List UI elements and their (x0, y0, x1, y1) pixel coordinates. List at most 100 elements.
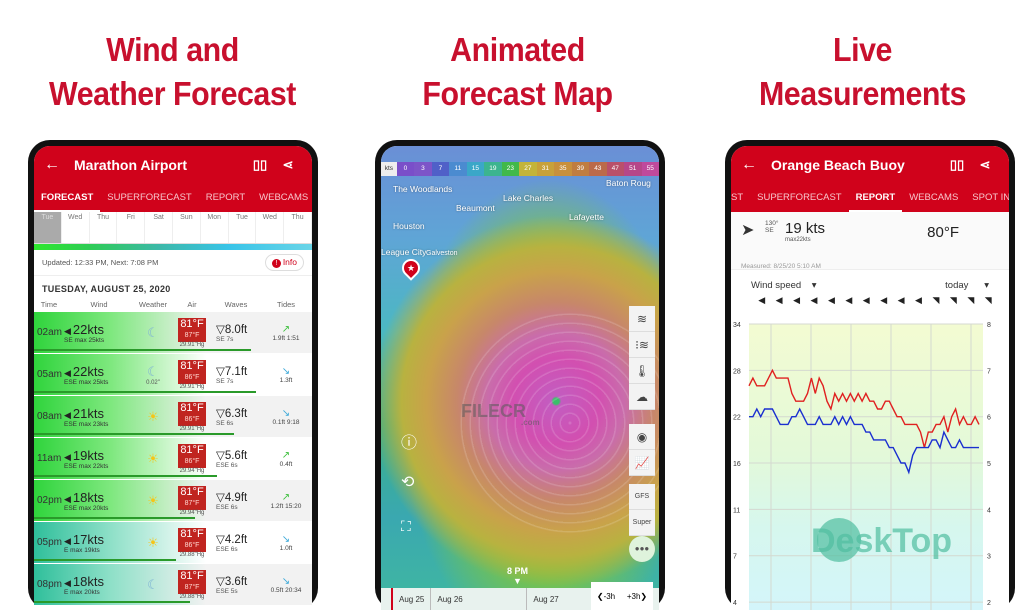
row-tide: ↗ 0.4ft (260, 450, 312, 468)
row-air: 81°F 87°F 29.91"Hg (178, 317, 206, 348)
tab-report[interactable]: REPORT (199, 184, 252, 212)
chart-icon[interactable]: 📈 (629, 450, 655, 476)
fullscreen-icon[interactable]: ⛶ (401, 518, 411, 535)
col-air: Air (187, 300, 197, 309)
day-tab[interactable]: Wed (256, 212, 285, 243)
timeline-day[interactable]: Aug 25 (391, 588, 430, 610)
wind-arrow-icon: ◀ (64, 493, 71, 504)
row-air: 81°F 86°F 29.91"Hg (178, 359, 206, 390)
wind-legend: kts 0 3 7 11 15 19 23 27 31 35 39 43 47 51 55 (381, 162, 659, 176)
model-super-icon[interactable]: Super (629, 510, 655, 536)
range-dropdown[interactable]: today ▾ (945, 280, 989, 291)
row-time: 08pm (37, 579, 63, 590)
time-stepper: ❮-3h +3h❯ (591, 582, 653, 610)
day-tab[interactable]: Thu (284, 212, 312, 243)
forecast-row[interactable]: 11am ◀ 19kts ESE max 22kts ☀ 81°F 86°F 29.94"Hg… (34, 438, 312, 480)
wind-layer-icon[interactable]: ≋ (629, 306, 655, 332)
forecast-row[interactable]: 05am ◀ 22kts ESE max 25kts ☾ 0.02" 81°F 86°F 29.… (34, 354, 312, 396)
row-tide: ↘ 0.1ft 9:18 (260, 408, 312, 426)
tab-webcams[interactable]: WEBCAMS (902, 184, 965, 212)
day-tab[interactable]: Tue (229, 212, 257, 243)
wind-direction-icon: ◀ (880, 295, 888, 305)
timeline-day[interactable]: Aug 26 (430, 588, 526, 610)
forecast-row[interactable]: 05pm ◀ 17kts E max 19kts ☀ 81°F 86°F 29.88"Hg ▽4… (34, 522, 312, 564)
day-tab[interactable]: Sat (145, 212, 173, 243)
tab-forecast[interactable]: FORECAST (34, 184, 101, 212)
share-icon[interactable]: ⋖ (971, 157, 999, 173)
day-tab[interactable]: Mon (201, 212, 229, 243)
share-icon[interactable]: ⋖ (274, 157, 302, 173)
forecast-row[interactable]: 02am ◀ 22kts SE max 25kts ☾ 81°F 87°F 29.91"Hg ▽… (34, 312, 312, 354)
info-label: Info (282, 257, 297, 267)
day-tab[interactable]: Sun (173, 212, 201, 243)
day-tab[interactable]: Wed (62, 212, 90, 243)
wind-direction-icon: ◥ (967, 295, 975, 305)
row-air: 81°F 86°F 29.88"Hg (178, 527, 206, 558)
info-icon[interactable]: ⓘ (401, 429, 417, 453)
forecast-row[interactable]: 02pm ◀ 18kts ESE max 20kts ☀ 81°F 87°F 29.94"Hg… (34, 480, 312, 522)
row-wind: ◀ 22kts SE max 25kts (64, 321, 105, 344)
step-back-button[interactable]: ❮-3h (597, 592, 615, 601)
wind-direction-icon: ◀ (845, 295, 853, 305)
wind-arrow-icon: ◀ (64, 325, 71, 336)
thermometer-icon[interactable]: 🌡 (629, 358, 655, 384)
rain-cloud-icon[interactable]: ☁ (629, 384, 655, 410)
wind-direction-icon: ◥ (949, 295, 957, 305)
headline: Animated Forecast Map (359, 28, 676, 116)
row-time: 05pm (37, 537, 63, 548)
rotate-lock-icon[interactable]: ⟲ (401, 472, 414, 492)
legend-swatch: 11 (449, 162, 467, 176)
step-forward-button[interactable]: +3h❯ (627, 592, 647, 601)
model-gfs-icon[interactable]: GFS (629, 484, 655, 510)
back-arrow-icon[interactable]: ← (44, 156, 74, 174)
legend-swatch: 55 (641, 162, 659, 176)
layer-toolbar: ≋ ⁝≋ 🌡 ☁ (629, 306, 655, 410)
metric-dropdown[interactable]: Wind speed ▾ (751, 280, 817, 291)
tab-superforecast[interactable]: SUPERFORECAST (100, 184, 198, 212)
tab-webcams[interactable]: WEBCAMS (252, 184, 312, 212)
favorite-marker-icon[interactable]: ◉ (629, 424, 655, 450)
wind-chart: 4 27 311 416 522 628 734 8DeskTop (733, 322, 991, 610)
day-tab[interactable]: Tue (34, 212, 62, 243)
weather-icon: ☀ (147, 492, 159, 508)
wind-strength-bar (34, 517, 196, 519)
wind-arrow-icon: ◀ (64, 577, 71, 588)
map-icon[interactable]: ▯▯ (943, 157, 971, 173)
spot-toolbar: ◉ 📈 (629, 424, 655, 476)
tide-icon: ↗ (281, 491, 291, 503)
tab-superforecast[interactable]: SUPERFORECAST (750, 184, 848, 212)
forecast-row[interactable]: 08am ◀ 21kts ESE max 23kts ☀ 81°F 86°F 29.91"Hg… (34, 396, 312, 438)
wind-direction-icon: ◀ (862, 295, 870, 305)
forecast-date: TUESDAY, AUGUST 25, 2020 (42, 284, 171, 294)
y-tick-right: 8 (987, 322, 991, 329)
row-tide: ↗ 1.2ft 15:20 (260, 492, 312, 510)
legend-swatch: 27 (519, 162, 537, 176)
watermark-logo-icon (817, 518, 861, 562)
wind-strength-bar (34, 433, 235, 435)
tab-spot-info[interactable]: SPOT INFO (965, 184, 1009, 212)
tab-report[interactable]: REPORT (848, 184, 903, 212)
more-options-button[interactable]: ●●● (629, 536, 655, 562)
day-tab[interactable]: Fri (117, 212, 146, 243)
map-icon[interactable]: ▯▯ (246, 157, 274, 173)
day-tab[interactable]: Thu (90, 212, 118, 243)
back-arrow-icon[interactable]: ← (741, 156, 771, 174)
forecast-table: 02am ◀ 22kts SE max 25kts ☾ 81°F 87°F 29.91"Hg ▽… (34, 312, 312, 606)
legend-swatch: 39 (571, 162, 590, 176)
row-waves: ▽8.0ft SE 7s (216, 324, 248, 343)
y-tick-left: 34 (733, 322, 741, 329)
wind-strength-bar (34, 391, 257, 393)
y-tick-right: 4 (987, 507, 991, 514)
tide-icon: ↗ (281, 323, 291, 335)
col-waves: Waves (224, 300, 248, 309)
gust-layer-icon[interactable]: ⁝≋ (629, 332, 655, 358)
timeline-day[interactable]: Aug 27 (526, 588, 564, 610)
model-toolbar: GFS Super (629, 484, 655, 536)
tab-forecast[interactable]: ST (731, 184, 750, 212)
headline-line2: Weather Forecast (49, 75, 296, 112)
current-time-label: 8 PM ▼ (507, 566, 529, 586)
column-headers: Time Wind Weather Air Waves Tides (34, 298, 312, 312)
info-button[interactable]: ! Info (264, 254, 304, 271)
wind-strength-bar (34, 349, 251, 351)
wind-direction-icon: ◀ (897, 295, 905, 305)
